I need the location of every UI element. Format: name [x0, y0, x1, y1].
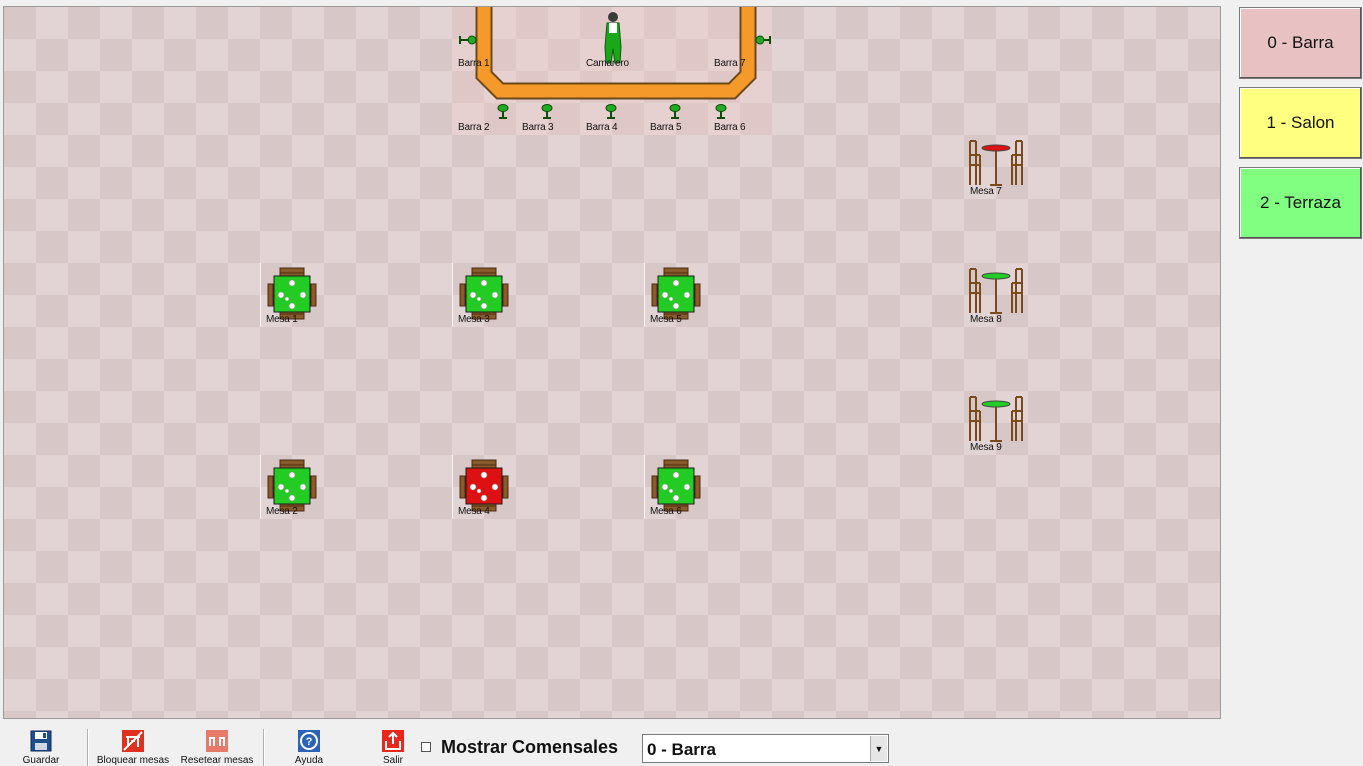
toolbar-separator [87, 729, 89, 766]
bar-stool-5[interactable]: Barra 5 [644, 71, 708, 135]
table-1[interactable]: Mesa 1 [260, 263, 324, 327]
help-button[interactable]: ? Ayuda [286, 727, 332, 766]
reset-tables-button[interactable]: Resetear mesas [177, 727, 257, 766]
zone-button-terraza[interactable]: 2 - Terraza [1239, 167, 1362, 239]
bar-stool-label: Barra 3 [522, 122, 554, 133]
exit-icon [382, 730, 404, 752]
floor-plan[interactable]: Camarero Barra 1 Barra 7 Barra 2 Barra 3… [3, 6, 1221, 719]
zone-button-label: 0 - Barra [1267, 33, 1334, 52]
reset-tables-icon [206, 730, 228, 752]
cell-edge [452, 455, 453, 519]
table-label: Mesa 1 [266, 314, 298, 325]
cell-edge [452, 263, 453, 327]
bar-stool-label: Barra 6 [714, 122, 746, 133]
reset-tables-label: Resetear mesas [180, 755, 254, 766]
table-2[interactable]: Mesa 2 [260, 455, 324, 519]
table-label: Mesa 7 [970, 186, 1002, 197]
save-label: Guardar [22, 755, 60, 766]
chevron-down-icon[interactable]: ▼ [870, 736, 887, 761]
cell-edge [260, 455, 261, 519]
zone-button-barra[interactable]: 0 - Barra [1239, 7, 1362, 79]
bar-stool-label: Barra 7 [714, 58, 746, 69]
bar-stool-3[interactable]: Barra 3 [516, 71, 580, 135]
bar-stool-1[interactable]: Barra 1 [452, 7, 516, 71]
bar-stool-label: Barra 2 [458, 122, 490, 133]
help-label: Ayuda [294, 755, 324, 766]
exit-button[interactable]: Salir [374, 727, 412, 766]
lock-tables-icon [122, 730, 144, 752]
waiter[interactable]: Camarero [580, 7, 644, 71]
cell-edge [644, 455, 645, 519]
show-diners-label: Mostrar Comensales [441, 737, 619, 757]
bar-stool-4[interactable]: Barra 4 [580, 71, 644, 135]
zone-select[interactable]: 0 - Barra ▼ [642, 734, 889, 763]
table-7[interactable]: Mesa 7 [964, 135, 1028, 199]
table-label: Mesa 5 [650, 314, 682, 325]
zone-button-salon[interactable]: 1 - Salon [1239, 87, 1362, 159]
show-diners-checkbox[interactable] [421, 742, 431, 752]
table-label: Mesa 4 [458, 506, 490, 517]
bar-stool-6[interactable]: Barra 6 [708, 71, 772, 135]
table-4[interactable]: Mesa 4 [452, 455, 516, 519]
zone-select-value: 0 - Barra [647, 740, 716, 759]
zone-button-label: 1 - Salon [1266, 113, 1335, 132]
toolbar-separator [263, 729, 265, 766]
cell-edge [644, 263, 645, 327]
bar-stool-label: Barra 1 [458, 58, 490, 69]
table-8[interactable]: Mesa 8 [964, 263, 1028, 327]
lock-tables-label: Bloquear mesas [96, 755, 170, 766]
waiter-label: Camarero [586, 58, 629, 69]
exit-label: Salir [382, 755, 403, 766]
save-button[interactable]: Guardar [16, 727, 66, 766]
bar-stool-label: Barra 4 [586, 122, 618, 133]
table-5[interactable]: Mesa 5 [644, 263, 708, 327]
lock-tables-button[interactable]: Bloquear mesas [94, 727, 172, 766]
floppy-disk-icon [30, 730, 52, 752]
help-icon: ? [298, 730, 320, 752]
zone-button-label: 2 - Terraza [1260, 193, 1341, 212]
table-9[interactable]: Mesa 9 [964, 391, 1028, 455]
table-3[interactable]: Mesa 3 [452, 263, 516, 327]
bar-stool-label: Barra 5 [650, 122, 682, 133]
table-label: Mesa 9 [970, 442, 1002, 453]
table-label: Mesa 6 [650, 506, 682, 517]
cell-edge [260, 263, 261, 327]
table-6[interactable]: Mesa 6 [644, 455, 708, 519]
table-label: Mesa 2 [266, 506, 298, 517]
table-label: Mesa 3 [458, 314, 490, 325]
bar-stool-7[interactable]: Barra 7 [708, 7, 772, 71]
svg-text:?: ? [306, 736, 313, 748]
table-label: Mesa 8 [970, 314, 1002, 325]
bar-stool-2[interactable]: Barra 2 [452, 71, 516, 135]
